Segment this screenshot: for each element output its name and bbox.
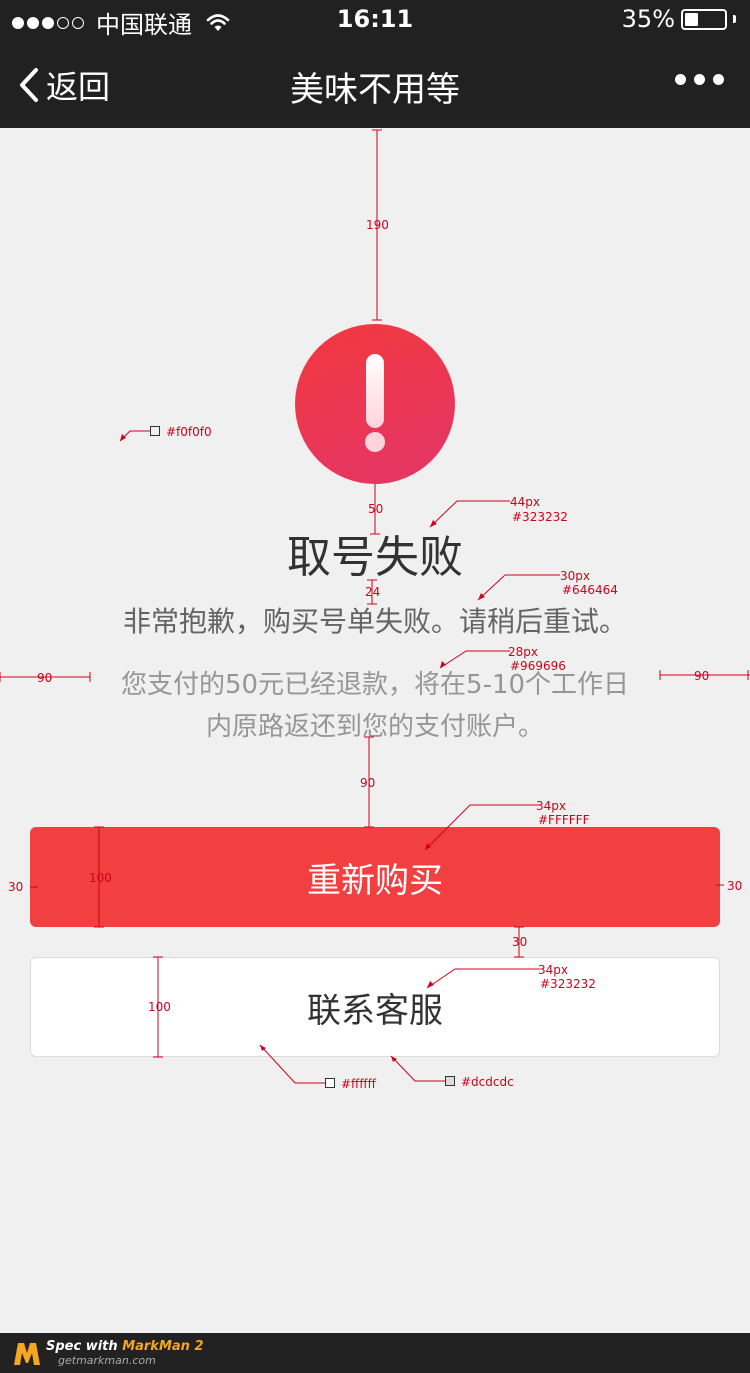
- description-line: 您支付的50元已经退款，将在5-10个工作日: [120, 670, 630, 700]
- annotation-icon-gap: 50: [368, 502, 384, 516]
- annotation-primary-color: #FFFFFF: [538, 813, 590, 827]
- exclamation-dot: [365, 432, 385, 452]
- annotation-desc-color: #969696: [510, 659, 566, 673]
- annotation-subtitle-color: #646464: [562, 583, 618, 597]
- annotation-secondary-color: #323232: [540, 977, 596, 991]
- annotation-desc-size: 28px: [508, 645, 538, 659]
- signal-dot: [42, 16, 54, 29]
- wifi-icon: [206, 13, 230, 31]
- ellipsis-icon: [713, 74, 724, 85]
- battery-level: [685, 12, 698, 26]
- carrier-name: 中国联通: [96, 11, 192, 39]
- nav-bar: 返回 美味不用等: [0, 40, 750, 128]
- markman-footer: Spec with MarkMan 2 getmarkman.com: [0, 1333, 750, 1373]
- annotation-primary-height: 100: [89, 871, 112, 885]
- annotation-btn-right: 30: [727, 879, 743, 893]
- footer-site: getmarkman.com: [58, 1354, 156, 1367]
- annotation-secondary-border: #dcdcdc: [461, 1075, 514, 1089]
- chevron-left-icon: [20, 68, 38, 102]
- exclamation-bar: [366, 354, 384, 428]
- battery-tip: [733, 15, 736, 23]
- markman-logo-icon: [14, 1343, 40, 1365]
- annotation-top-gap: 190: [366, 218, 389, 232]
- annotation-primary-size: 34px: [536, 799, 566, 813]
- back-button[interactable]: 返回: [18, 62, 110, 108]
- battery-percent: 35%: [621, 5, 675, 33]
- contact-service-label: 联系客服: [307, 990, 443, 1031]
- ellipsis-icon: [694, 74, 705, 85]
- annotation-right-margin: 90: [694, 669, 710, 683]
- annotation-desc-gap: 90: [360, 776, 376, 790]
- annotation-title-gap: 24: [365, 585, 381, 599]
- footer-prefix: Spec with: [46, 1339, 123, 1354]
- description-line: 内原路返还到您的支付账户。: [205, 712, 544, 742]
- back-label: 返回: [46, 68, 111, 106]
- exclamation-icon: [295, 324, 455, 484]
- annotation-btn-gap: 30: [512, 935, 528, 949]
- annotation-left-margin: 90: [37, 671, 53, 685]
- battery-icon: [681, 8, 727, 30]
- rebuy-button[interactable]: 重新购买: [30, 827, 720, 927]
- annotation-secondary-size: 34px: [538, 963, 568, 977]
- signal-dot: [27, 16, 39, 29]
- color-swatch: [445, 1076, 455, 1086]
- status-right: 35%: [622, 5, 736, 33]
- footer-brand: MarkMan 2: [122, 1339, 204, 1354]
- annotation-secondary-bg: #ffffff: [341, 1077, 376, 1091]
- color-swatch: [150, 426, 160, 436]
- result-title: 取号失败: [287, 532, 463, 583]
- annotation-btn-left: 30: [8, 880, 24, 894]
- page-title: 美味不用等: [290, 70, 460, 110]
- result-subtitle: 非常抱歉，购买号单失败。请稍后重试。: [122, 605, 627, 638]
- result-description: 您支付的50元已经退款，将在5-10个工作日 内原路返还到您的支付账户。: [90, 664, 660, 748]
- annotation-bg-color: #f0f0f0: [166, 425, 212, 439]
- contact-service-button[interactable]: 联系客服: [30, 957, 720, 1057]
- signal-strength-icon: [12, 16, 84, 29]
- status-bar: 中国联通 16:11 35%: [0, 0, 750, 40]
- color-swatch: [325, 1078, 335, 1088]
- signal-dot: [57, 16, 69, 29]
- annotation-title-size: 44px: [510, 495, 540, 509]
- annotation-secondary-height: 100: [148, 1000, 171, 1014]
- signal-dot: [12, 16, 24, 29]
- annotation-subtitle-size: 30px: [560, 569, 590, 583]
- rebuy-button-label: 重新购买: [307, 860, 443, 901]
- ellipsis-icon: [675, 74, 686, 85]
- more-button[interactable]: [675, 74, 724, 85]
- signal-dot: [72, 16, 84, 29]
- footer-title: Spec with MarkMan 2: [46, 1339, 204, 1354]
- status-left: 中国联通: [12, 5, 230, 40]
- annotation-title-color: #323232: [512, 510, 568, 524]
